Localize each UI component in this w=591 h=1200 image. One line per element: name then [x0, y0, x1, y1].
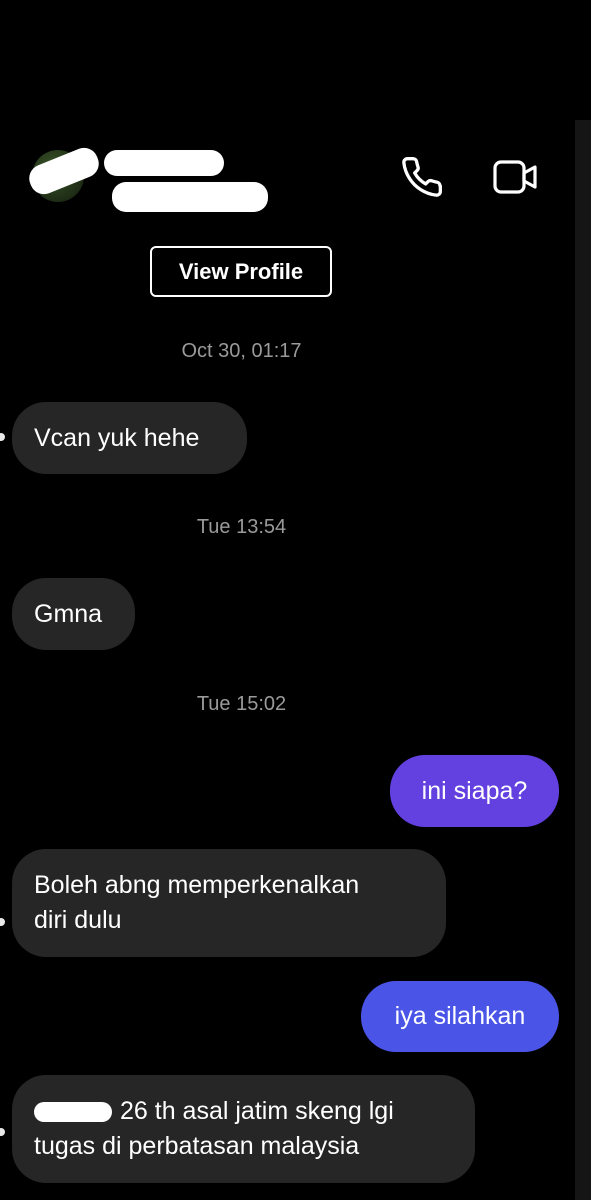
message-text: Gmna — [34, 599, 103, 628]
incoming-message[interactable]: Gmna — [12, 578, 135, 650]
side-scroll-strip — [575, 120, 591, 1200]
view-profile-button[interactable]: View Profile — [150, 246, 332, 297]
redacted-contact-name — [104, 150, 224, 176]
message-text: ini siapa? — [421, 776, 528, 805]
timestamp: Tue 13:54 — [196, 516, 287, 538]
message-text-line: tugas di perbatasan malaysia — [34, 1132, 360, 1160]
incoming-message[interactable]: 26 th asal jatim skeng lgi tugas di perb… — [12, 1075, 475, 1183]
incoming-message[interactable]: Vcan yuk hehe — [12, 402, 247, 474]
read-indicator — [0, 918, 5, 926]
phone-icon — [402, 157, 442, 197]
timestamp: Tue 15:02 — [196, 693, 287, 715]
voice-call-button[interactable] — [398, 154, 446, 200]
outgoing-message[interactable]: ini siapa? — [390, 755, 559, 827]
message-text-line: diri dulu — [34, 906, 122, 934]
redacted-contact-status — [112, 182, 268, 212]
message-text: iya silahkan — [394, 1002, 526, 1030]
read-indicator — [0, 433, 5, 441]
incoming-message[interactable]: Boleh abng memperkenalkan diri dulu — [12, 849, 446, 957]
chat-header — [0, 120, 575, 240]
video-camera-icon — [493, 160, 537, 194]
message-text-line: Boleh abng memperkenalkan — [34, 871, 360, 899]
read-indicator — [0, 1128, 5, 1136]
timestamp: Oct 30, 01:17 — [181, 340, 302, 362]
message-line: 26 th asal jatim skeng lgi — [34, 1094, 394, 1129]
message-text: Vcan yuk hehe — [34, 423, 200, 452]
redacted-name — [34, 1101, 112, 1122]
message-text-line: 26 th asal jatim skeng lgi — [120, 1097, 394, 1125]
video-call-button[interactable] — [490, 154, 542, 200]
outgoing-message[interactable]: iya silahkan — [361, 981, 559, 1052]
